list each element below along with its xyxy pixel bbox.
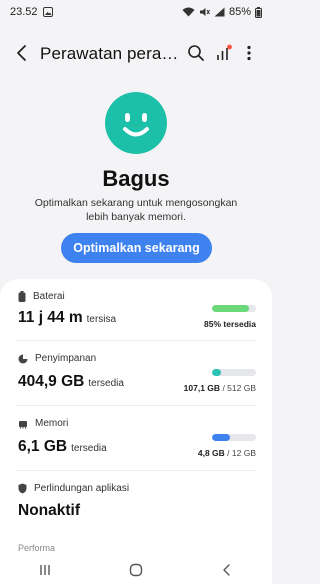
status-description: Optimalkan sekarang untuk mengosongkan l…	[34, 197, 238, 223]
battery-unit: tersisa	[86, 314, 117, 325]
battery-icon	[255, 6, 262, 18]
memory-level-bar	[212, 434, 256, 441]
status-bar: 23.52 85%	[0, 0, 272, 24]
storage-section[interactable]: Penyimpanan 404,9 GB tersedia 107,1 GB /…	[0, 341, 272, 405]
memory-header: Memori	[18, 418, 68, 429]
gallery-notification-icon	[42, 7, 53, 17]
memory-section[interactable]: Memori 6,1 GB tersedia 4,8 GB / 12 GB	[0, 406, 272, 470]
back-nav-icon[interactable]	[217, 562, 237, 578]
app-protection-value: Nonaktif	[18, 502, 80, 520]
app-protection-section[interactable]: Perlindungan aplikasi Nonaktif	[0, 471, 272, 537]
battery-value: 11 j 44 m tersisa	[18, 309, 116, 327]
more-vertical-icon[interactable]	[242, 43, 256, 63]
app-bar: Perawatan perangkat	[0, 36, 272, 70]
battery-detail: 85% tersedia	[204, 319, 256, 329]
battery-label: Baterai	[33, 291, 65, 302]
smiley-face-icon	[105, 92, 167, 154]
app-protection-status: Nonaktif	[18, 502, 80, 519]
signal-icon	[214, 7, 225, 17]
battery-level-fill	[212, 305, 250, 312]
recent-apps-icon[interactable]	[35, 562, 55, 578]
battery-percent: 85%	[228, 6, 251, 18]
storage-used: 107,1 GB	[183, 383, 221, 393]
memory-available: 6,1 GB	[18, 438, 68, 455]
app-protection-header: Perlindungan aplikasi	[18, 483, 129, 494]
battery-time-remaining: 11 j 44 m	[18, 309, 83, 326]
clock: 23.52	[10, 6, 38, 18]
battery-header: Baterai	[18, 291, 65, 302]
storage-pie-icon	[18, 354, 28, 364]
memory-level-fill	[212, 434, 230, 441]
diagnostics-icon[interactable]	[214, 43, 234, 63]
storage-detail: 107,1 GB / 512 GB	[184, 383, 256, 393]
navigation-bar	[0, 556, 272, 584]
back-arrow-icon[interactable]	[12, 43, 32, 63]
performance-section-label: Performa	[18, 543, 56, 553]
search-icon[interactable]	[186, 43, 206, 63]
storage-header: Penyimpanan	[18, 353, 96, 364]
memory-unit: tersedia	[71, 443, 107, 454]
memory-label: Memori	[35, 418, 69, 429]
memory-used: 4,8 GB	[197, 448, 225, 458]
page-title: Perawatan perangkat	[40, 44, 180, 63]
storage-available: 404,9 GB	[18, 373, 85, 390]
battery-icon	[18, 291, 26, 302]
memory-value: 6,1 GB tersedia	[18, 438, 107, 456]
app-protection-label: Perlindungan aplikasi	[34, 483, 130, 494]
wifi-icon	[182, 7, 195, 17]
battery-level-bar	[212, 305, 256, 312]
memory-detail: 4,8 GB / 12 GB	[198, 448, 256, 458]
optimize-now-button[interactable]: Optimalkan sekarang	[61, 233, 212, 263]
storage-total: / 512 GB	[222, 383, 256, 393]
status-title: Bagus	[102, 166, 170, 191]
home-icon[interactable]	[126, 562, 146, 578]
storage-level-fill	[212, 369, 222, 376]
shield-icon	[18, 483, 27, 494]
battery-available: 85% tersedia	[204, 319, 256, 329]
storage-unit: tersedia	[88, 378, 124, 389]
storage-level-bar	[212, 369, 256, 376]
memory-total: / 12 GB	[227, 448, 256, 458]
memory-chip-icon	[18, 419, 28, 429]
storage-label: Penyimpanan	[35, 353, 97, 364]
mute-icon	[199, 7, 210, 17]
storage-value: 404,9 GB tersedia	[18, 373, 124, 391]
